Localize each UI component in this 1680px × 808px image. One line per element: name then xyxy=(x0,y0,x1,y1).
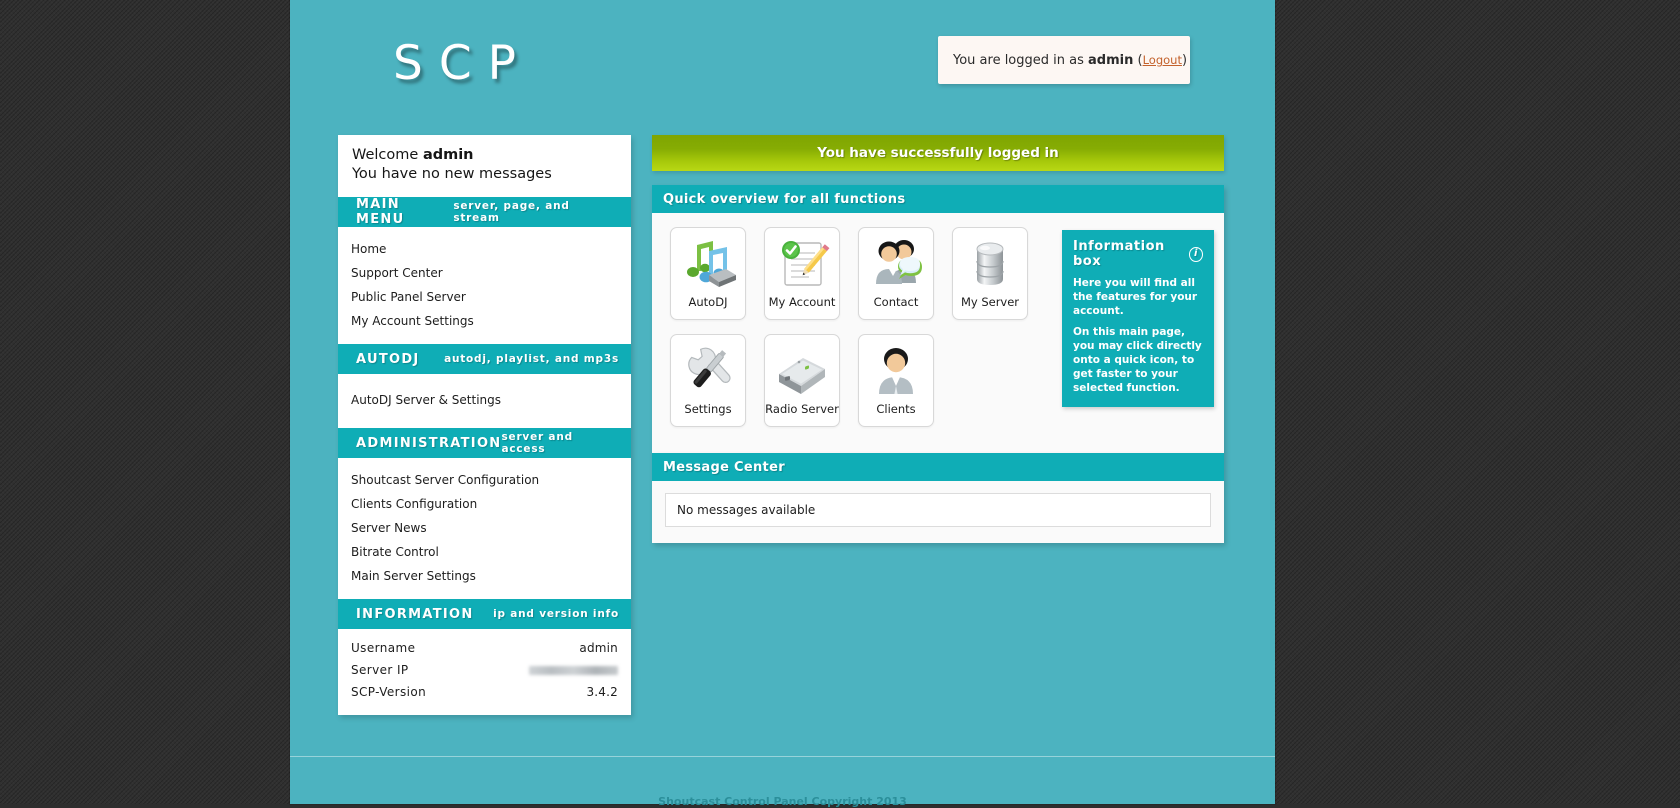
information-box-header: Information box i xyxy=(1073,239,1203,269)
scp-logo: SCP xyxy=(393,36,532,91)
sidebar-section-header-main-menu: MAIN MENU server, page, and stream xyxy=(338,197,631,228)
database-icon xyxy=(976,242,1004,285)
information-box-paragraph-1: Here you will find all the features for … xyxy=(1073,277,1198,318)
info-value-redacted xyxy=(529,663,618,677)
quick-overview-panel: Quick overview for all functions AutoDJ … xyxy=(652,185,1224,453)
sidebar-section-header-autodj: AUTODJ autodj, playlist, and mp3s xyxy=(338,344,631,375)
welcome-messages: You have no new messages xyxy=(352,166,552,183)
session-close-paren: ) xyxy=(1181,52,1188,68)
music-notes-icon xyxy=(687,241,736,287)
logout-link[interactable]: Logout xyxy=(1143,53,1182,67)
sidebar-item-bitrate-control[interactable]: Bitrate Control xyxy=(338,540,631,564)
info-circle-icon: i xyxy=(1188,246,1203,262)
section-title: AUTODJ xyxy=(356,351,420,367)
main-content: You have successfully logged in Quick ov… xyxy=(652,135,1224,543)
welcome-box: Welcome admin You have no new messages xyxy=(338,135,631,198)
message-center-panel: Message Center No messages available xyxy=(652,453,1224,543)
redacted-ip xyxy=(529,666,618,676)
sidebar-item-autodj-server-settings[interactable]: AutoDJ Server & Settings xyxy=(338,388,631,412)
wrench-screwdriver-icon xyxy=(688,347,731,388)
footer-divider xyxy=(290,756,1275,757)
message-center-empty: No messages available xyxy=(665,493,1211,527)
sidebar-section-header-information: INFORMATION ip and version info xyxy=(338,599,631,630)
session-username: admin xyxy=(1088,52,1134,68)
server-box-icon xyxy=(779,358,825,394)
tile-settings[interactable]: Settings xyxy=(670,334,746,427)
quick-overview-header: Quick overview for all functions xyxy=(652,185,1224,213)
footer-copyright: Shoutcast Control Panel Copyright 2013 xyxy=(658,795,907,808)
welcome-greeting: Welcome xyxy=(352,147,419,163)
info-row-scp-version: SCP-Version 3.4.2 xyxy=(338,681,631,703)
section-subtitle: server and access xyxy=(501,431,573,456)
info-key: Server IP xyxy=(351,663,409,678)
users-chat-icon xyxy=(876,240,922,284)
sidebar-item-server-news[interactable]: Server News xyxy=(338,516,631,540)
info-row-username: Username admin xyxy=(338,637,631,659)
welcome-username: admin xyxy=(422,147,474,163)
scp-page: SCP You are logged in as admin (Logout) … xyxy=(290,0,1275,808)
sidebar-item-support-center[interactable]: Support Center xyxy=(338,261,631,285)
sidebar: Welcome admin You have no new messages M… xyxy=(338,135,631,716)
tile-my-server[interactable]: My Server xyxy=(952,227,1028,320)
sidebar-section-body-administration: Shoutcast Server Configuration Clients C… xyxy=(338,458,631,600)
sidebar-item-public-panel-server[interactable]: Public Panel Server xyxy=(338,285,631,309)
sidebar-item-shoutcast-server-configuration[interactable]: Shoutcast Server Configuration xyxy=(338,468,631,492)
tile-label: Radio Server xyxy=(765,402,839,416)
tile-label: My Account xyxy=(768,295,836,309)
sidebar-section-header-administration: ADMINISTRATION server and access xyxy=(338,428,631,459)
tile-contact[interactable]: Contact xyxy=(858,227,934,320)
tile-label: Contact xyxy=(873,295,919,309)
section-title: MAIN MENU xyxy=(356,197,405,228)
message-center-header: Message Center xyxy=(652,453,1224,481)
sidebar-section-body-autodj: AutoDJ Server & Settings xyxy=(338,374,631,429)
tile-clients[interactable]: Clients xyxy=(858,334,934,427)
document-pencil-icon xyxy=(782,241,830,286)
info-key: SCP-Version xyxy=(351,685,427,700)
info-value: admin xyxy=(579,641,618,656)
tile-label: Clients xyxy=(876,402,916,416)
information-box: Information box i Here you will find all… xyxy=(1062,230,1214,407)
sidebar-item-my-account-settings[interactable]: My Account Settings xyxy=(338,309,631,333)
info-value: 3.4.2 xyxy=(586,685,618,700)
sidebar-information-body: Username admin Server IP SCP-Version 3.4… xyxy=(338,629,631,716)
sidebar-section-body-main-menu: Home Support Center Public Panel Server … xyxy=(338,227,631,345)
welcome-line: Welcome admin xyxy=(352,146,617,165)
information-box-title: Information box xyxy=(1073,239,1165,269)
tile-label: Settings xyxy=(684,402,732,416)
information-box-paragraph-2: On this main page, you may click directl… xyxy=(1073,326,1202,395)
info-row-server-ip: Server IP xyxy=(338,659,631,681)
tile-label: AutoDJ xyxy=(688,295,728,309)
tile-autodj[interactable]: AutoDJ xyxy=(670,227,746,320)
sidebar-item-clients-configuration[interactable]: Clients Configuration xyxy=(338,492,631,516)
session-status-box: You are logged in as admin (Logout) xyxy=(938,36,1190,84)
section-subtitle: ip and version info xyxy=(493,608,619,621)
sidebar-item-main-server-settings[interactable]: Main Server Settings xyxy=(338,564,631,588)
tile-label: My Server xyxy=(960,295,1020,309)
section-subtitle: autodj, playlist, and mp3s xyxy=(444,353,619,366)
sidebar-item-home[interactable]: Home xyxy=(338,237,631,261)
session-prefix: You are logged in as xyxy=(953,52,1084,68)
section-subtitle: server, page, and stream xyxy=(453,200,570,225)
flash-success-banner: You have successfully logged in xyxy=(652,135,1224,171)
info-key: Username xyxy=(351,641,416,656)
section-title: INFORMATION xyxy=(356,606,474,622)
message-center-body: No messages available xyxy=(652,481,1224,543)
tile-radio-server[interactable]: Radio Server xyxy=(764,334,840,427)
person-icon xyxy=(879,348,913,394)
tile-my-account[interactable]: My Account xyxy=(764,227,840,320)
section-title: ADMINISTRATION xyxy=(356,435,502,451)
